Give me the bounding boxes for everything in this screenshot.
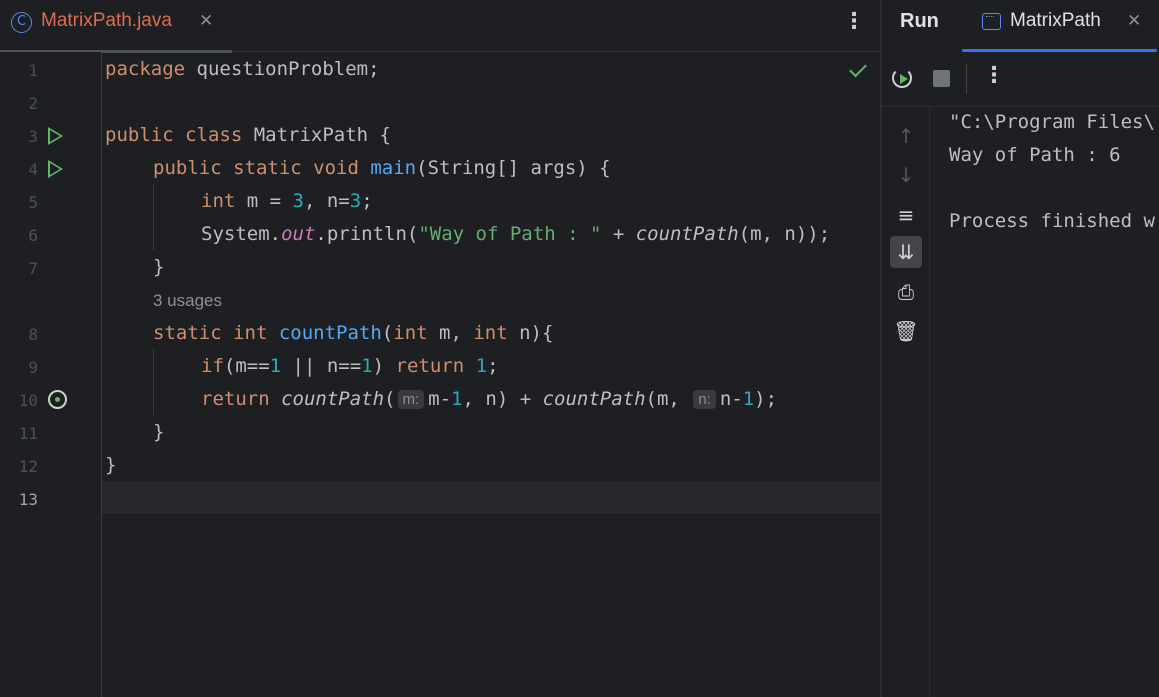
line-number: 7 [28, 259, 38, 278]
line-number: 8 [28, 325, 38, 344]
recursive-call-icon[interactable] [48, 390, 67, 409]
indent-guide [153, 184, 154, 250]
file-tab-matrixpath[interactable]: C MatrixPath.java ✕ [0, 0, 232, 53]
code-line-6[interactable]: System.out.println("Way of Path : " + co… [201, 223, 830, 245]
console-window-icon [982, 13, 1001, 30]
toolbar-divider [966, 64, 967, 94]
current-line-highlight [0, 481, 880, 514]
soft-wrap-icon[interactable]: ≡ [890, 199, 922, 231]
code-line-1[interactable]: package questionProblem; [105, 58, 380, 80]
rerun-icon[interactable] [892, 68, 912, 88]
line-number-current: 13 [18, 490, 38, 509]
line-number: 11 [18, 424, 38, 443]
close-icon[interactable]: ✕ [1127, 11, 1141, 31]
editor-pane: C MatrixPath.java ✕ ⋮ 1 2 3 4 5 6 7 8 9 … [0, 0, 880, 697]
parameter-hint-m: m: [397, 390, 425, 409]
more-options-icon[interactable]: ⋮ [843, 9, 865, 34]
line-number: 9 [28, 358, 38, 377]
run-tab-matrixpath[interactable]: MatrixPath ✕ [962, 0, 1159, 52]
more-options-icon[interactable]: ⋮ [983, 63, 1005, 88]
close-icon[interactable]: ✕ [199, 11, 213, 31]
code-line-5[interactable]: int m = 3, n=3; [201, 190, 373, 212]
code-line-10[interactable]: return countPath(m: m-1, n) + countPath(m… [201, 388, 777, 410]
line-number: 5 [28, 193, 38, 212]
print-icon[interactable]: ⎙ [890, 276, 922, 308]
console-line: Way of Path : 6 [949, 144, 1121, 166]
stop-icon[interactable] [933, 70, 950, 87]
code-line-7[interactable]: } [153, 256, 164, 278]
line-number: 2 [28, 94, 38, 113]
code-line-11[interactable]: } [153, 421, 164, 443]
scroll-to-end-icon[interactable]: ⇊ [890, 236, 922, 268]
line-number: 4 [28, 160, 38, 179]
console-line: Process finished w [949, 210, 1155, 232]
run-header: Run MatrixPath ✕ [882, 0, 1159, 52]
code-line-9[interactable]: if(m==1 || n==1) return 1; [201, 355, 499, 377]
check-icon[interactable] [849, 59, 867, 78]
console-side-toolbar: ↑ ↓ ≡ ⇊ ⎙ 🗑 [882, 107, 930, 697]
arrow-up-icon[interactable]: ↑ [890, 120, 922, 152]
line-number: 1 [28, 61, 38, 80]
code-line-3[interactable]: public class MatrixPath { [105, 124, 391, 146]
usages-hint[interactable]: 3 usages [153, 291, 222, 311]
run-main-icon[interactable] [48, 160, 63, 178]
line-number: 10 [18, 391, 38, 410]
trash-icon[interactable]: 🗑 [890, 315, 922, 347]
console-line: "C:\Program Files\ [949, 111, 1155, 133]
run-toolbar: ⋮ [882, 52, 1159, 107]
line-number: 6 [28, 226, 38, 245]
file-tab-label: MatrixPath.java [41, 10, 172, 31]
console-output[interactable]: "C:\Program Files\ Way of Path : 6 Proce… [949, 107, 1159, 697]
line-number: 12 [18, 457, 38, 476]
code-line-12[interactable]: } [105, 454, 116, 476]
indent-guide [153, 349, 154, 415]
parameter-hint-n: n: [693, 390, 716, 409]
run-title: Run [900, 10, 939, 32]
java-class-icon: C [11, 12, 32, 33]
run-tool-window: Run MatrixPath ✕ ⋮ ↑ ↓ ≡ ⇊ ⎙ 🗑 "C:\Progr… [880, 0, 1159, 697]
run-class-icon[interactable] [48, 127, 63, 145]
code-line-8[interactable]: static int countPath(int m, int n){ [153, 322, 553, 344]
run-tab-label: MatrixPath [1010, 10, 1101, 31]
editor-tab-bar: C MatrixPath.java ✕ ⋮ [0, 0, 880, 53]
line-number: 3 [28, 127, 38, 146]
code-line-4[interactable]: public static void main(String[] args) { [153, 157, 611, 179]
arrow-down-icon[interactable]: ↓ [890, 159, 922, 191]
